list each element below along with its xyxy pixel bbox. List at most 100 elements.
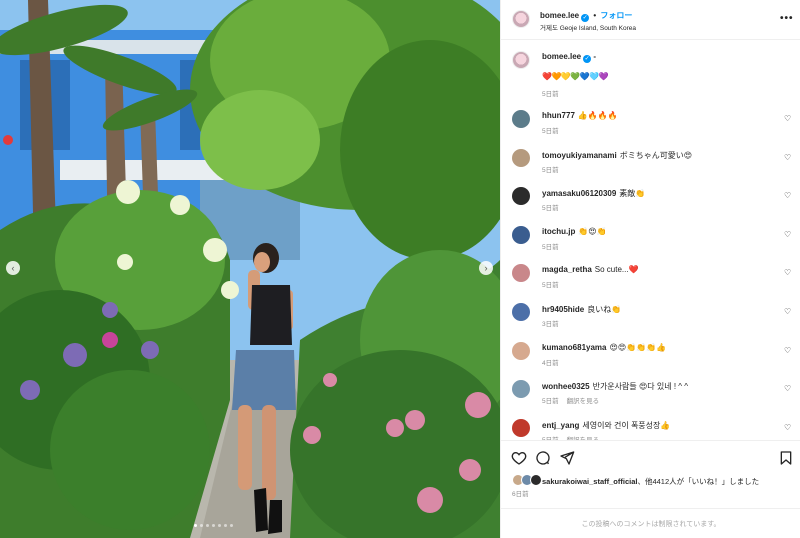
comment-row: kumano681yama 😍😍👏👏👏👍 4日前 ♡	[501, 340, 800, 376]
commenter-avatar[interactable]	[512, 380, 530, 399]
commenter-username[interactable]: magda_retha	[542, 265, 592, 274]
comment-icon[interactable]	[535, 450, 551, 466]
commenter-avatar[interactable]	[512, 225, 530, 244]
carousel-dot	[206, 524, 209, 527]
comment-row: yamasaku06120309 素敵👏 5日前 ♡	[501, 185, 800, 221]
comment-like-heart-icon[interactable]: ♡	[784, 153, 791, 162]
comment-line: itochu.jp 👏😍👏	[542, 227, 607, 236]
post-location[interactable]: 거제도 Geoje Island, South Korea	[540, 22, 636, 32]
see-translation-link[interactable]: 翻訳を見る	[567, 398, 600, 405]
commenter-username[interactable]: itochu.jp	[542, 227, 575, 236]
comment-time: 5日前	[542, 166, 559, 174]
comment-row: itochu.jp 👏😍👏 5日前 ♡	[501, 224, 800, 260]
comment-text: 반가운사람들 😍다 있네 ! ^ ^	[592, 382, 689, 392]
comment-like-heart-icon[interactable]: ♡	[784, 307, 791, 316]
commenter-avatar[interactable]	[512, 264, 530, 283]
verified-badge-icon: ✓	[581, 14, 590, 22]
commenter-username[interactable]: hr9405hide	[542, 305, 584, 314]
comment-like-heart-icon[interactable]: ♡	[784, 384, 791, 393]
comment-line: tomoyukiyamanami ボミちゃん可愛い😍	[542, 150, 692, 161]
post-time: 6日前	[512, 491, 529, 498]
commenter-username[interactable]: kumano681yama	[542, 343, 606, 352]
commenter-avatar[interactable]	[512, 110, 530, 128]
comment-time: 5日前	[542, 128, 559, 135]
carousel-dot	[224, 524, 227, 527]
comment-meta: 5日前	[542, 164, 567, 174]
author-avatar[interactable]	[512, 10, 530, 28]
comment-line: entj_yang 세영이와 건이 폭풍성장👍	[542, 420, 670, 431]
comment-line: magda_retha So cute...❤️	[542, 265, 639, 274]
liked-by-username[interactable]: sakurakoiwai_staff_official	[542, 477, 637, 486]
comment-like-heart-icon[interactable]: ♡	[784, 268, 791, 277]
comments-restricted-notice: この投稿へのコメントは制限されています。	[501, 508, 800, 538]
follow-button[interactable]: フォロー	[600, 11, 632, 20]
comment-text: 세영이와 건이 폭풍성장👍	[582, 420, 671, 430]
carousel-dot	[218, 524, 221, 527]
carousel-dot	[200, 524, 203, 527]
liker-avatar	[530, 474, 542, 486]
comment-line: yamasaku06120309 素敵👏	[542, 188, 645, 199]
caption-emojis: ❤️🧡💛💚💙🩵💜	[542, 72, 609, 81]
comment-row: tomoyukiyamanami ボミちゃん可愛い😍 5日前 ♡	[501, 147, 800, 183]
caption-author-avatar[interactable]	[512, 51, 530, 69]
comment-meta: 5日前	[542, 202, 567, 212]
post-actions: sakurakoiwai_staff_official、他4412人が「いいね！…	[501, 440, 800, 538]
comment-meta: 3日前	[542, 318, 567, 328]
comment-like-heart-icon[interactable]: ♡	[784, 346, 791, 355]
commenter-username[interactable]: yamasaku06120309	[542, 189, 616, 198]
comment-meta: 5日前 翻訳を見る	[542, 395, 607, 405]
comment-line: kumano681yama 😍😍👏👏👏👍	[542, 343, 666, 352]
commenter-username[interactable]: entj_yang	[542, 421, 579, 430]
comment-text: So cute...❤️	[594, 265, 639, 275]
comment-line: hhun777 👍🔥🔥🔥	[542, 111, 618, 120]
carousel-dot	[194, 524, 197, 527]
caption-username[interactable]: bomee.lee	[542, 52, 581, 61]
comment-like-heart-icon[interactable]: ♡	[784, 423, 791, 432]
comment-text: ボミちゃん可愛い😍	[619, 150, 693, 160]
comment-meta: 5日前	[542, 125, 567, 135]
share-icon[interactable]	[559, 450, 575, 466]
comment-time: 3日前	[542, 321, 559, 328]
carousel-prev-button[interactable]: ‹	[6, 261, 20, 275]
comment-like-heart-icon[interactable]: ♡	[784, 114, 791, 123]
bookmark-icon[interactable]	[778, 450, 794, 466]
caption-author-line: bomee.lee ✓ -	[542, 52, 596, 63]
comment-time: 5日前	[542, 205, 559, 213]
photo-illustration	[0, 0, 500, 538]
comment-meta: 5日前	[542, 279, 567, 289]
comment-row: hhun777 👍🔥🔥🔥 5日前 ♡	[501, 108, 800, 144]
commenter-username[interactable]: hhun777	[542, 111, 575, 120]
heart-icon[interactable]	[511, 450, 527, 466]
carousel-dot	[230, 524, 233, 527]
comment-row: magda_retha So cute...❤️ 5日前 ♡	[501, 262, 800, 298]
comment-like-heart-icon[interactable]: ♡	[784, 191, 791, 200]
post-header: bomee.lee ✓ • フォロー 거제도 Geoje Island, Sout…	[501, 0, 800, 40]
comment-time: 5日前	[542, 243, 559, 251]
instagram-post-modal: ‹ › bomee.lee ✓ • フォロー 거제도 Geoje Island, …	[0, 0, 800, 538]
verified-badge-icon: ✓	[583, 55, 592, 63]
post-side-panel: bomee.lee ✓ • フォロー 거제도 Geoje Island, Sout…	[500, 0, 800, 538]
post-photo[interactable]: ‹ ›	[0, 0, 500, 538]
commenter-avatar[interactable]	[512, 341, 530, 360]
comment-text: 良いね👏	[587, 305, 622, 314]
commenter-avatar[interactable]	[512, 148, 530, 167]
comment-time: 5日前	[542, 398, 559, 406]
commenter-avatar[interactable]	[512, 418, 530, 437]
carousel-next-button[interactable]: ›	[479, 261, 493, 275]
likes-count-text: 、他4412人が「いいね！」しました	[637, 477, 760, 486]
comment-time: 4日前	[542, 359, 559, 367]
comment-like-heart-icon[interactable]: ♡	[784, 230, 791, 239]
comment-line: wonhee0325 반가운사람들 😍다 있네 ! ^ ^	[542, 381, 688, 392]
commenter-username[interactable]: wonhee0325	[542, 382, 590, 391]
author-username[interactable]: bomee.lee	[540, 11, 579, 20]
commenter-avatar[interactable]	[512, 303, 530, 321]
commenter-avatar[interactable]	[512, 187, 530, 206]
comment-row: wonhee0325 반가운사람들 😍다 있네 ! ^ ^ 5日前 翻訳を見る ♡	[501, 378, 800, 414]
carousel-indicator	[194, 524, 233, 527]
comment-text: 👏😍👏	[578, 226, 607, 236]
comment-row: hr9405hide 良いね👏 3日前 ♡	[501, 301, 800, 337]
comment-line: hr9405hide 良いね👏	[542, 304, 621, 315]
commenter-username[interactable]: tomoyukiyamanami	[542, 151, 617, 160]
more-options-icon[interactable]: •••	[780, 13, 794, 24]
comment-text: 👍🔥🔥🔥	[577, 111, 618, 120]
